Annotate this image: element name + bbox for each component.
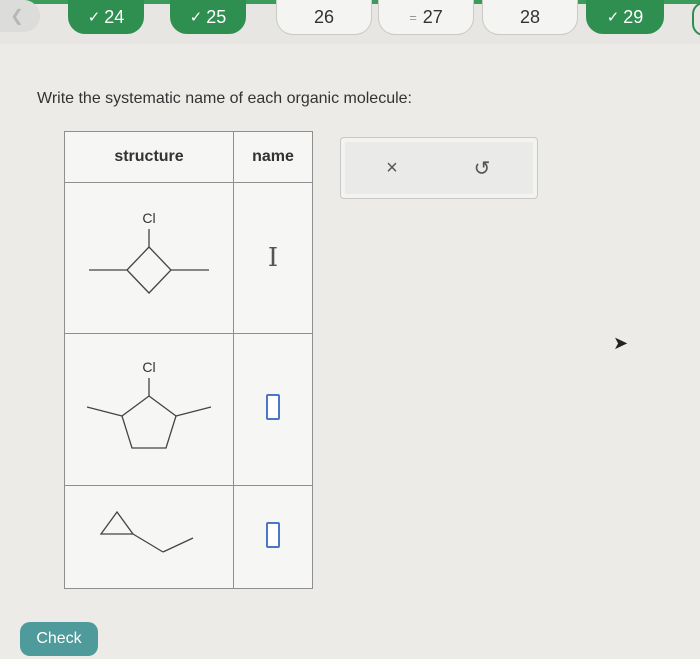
molecule-table: structure name Cl I Cl — [64, 131, 313, 589]
question-29-button[interactable]: ✓ 29 — [586, 0, 664, 34]
answer-input-box[interactable] — [266, 394, 280, 420]
chevron-left-icon: ❮ — [10, 8, 24, 25]
question-number: 25 — [206, 6, 227, 27]
close-icon: × — [386, 156, 398, 179]
in-progress-icon: = — [409, 9, 417, 25]
structure-drawing-3 — [99, 510, 194, 553]
question-24-button[interactable]: ✓ 24 — [68, 0, 144, 34]
name-answer-cell[interactable] — [233, 485, 313, 589]
question-28-button[interactable]: 28 — [482, 0, 578, 35]
nav-back-button[interactable]: ❮ — [0, 0, 40, 32]
chlorine-atom-label: Cl — [142, 359, 155, 375]
question-26-button[interactable]: 26 — [276, 0, 372, 35]
structure-drawing-1: Cl — [89, 210, 209, 294]
table-row: Cl — [64, 333, 313, 486]
checkmark-icon: ✓ — [189, 9, 203, 26]
undo-button[interactable]: ↺ — [465, 152, 499, 184]
structure-cell: Cl — [64, 182, 234, 334]
structure-cell — [64, 485, 234, 589]
answer-input-box[interactable] — [266, 521, 280, 548]
structure-cell: Cl — [64, 333, 234, 486]
next-question-edge[interactable] — [692, 2, 700, 36]
question-nav-bar: ❮ ✓ 24 ✓ 25 26 = 27 28 ✓ 29 — [0, 0, 700, 44]
table-row: Cl I — [64, 182, 313, 334]
name-column-header: name — [233, 131, 313, 183]
clear-button[interactable]: × — [375, 152, 409, 184]
question-number: 24 — [104, 6, 125, 27]
question-number: 29 — [623, 6, 644, 27]
answer-toolbox: × ↺ — [340, 137, 538, 199]
name-answer-cell[interactable] — [233, 333, 313, 486]
question-number: 27 — [422, 6, 443, 27]
question-number: 28 — [519, 6, 541, 27]
question-27-button[interactable]: = 27 — [378, 0, 474, 35]
table-row — [64, 485, 313, 589]
name-answer-cell[interactable]: I — [233, 182, 313, 334]
check-button[interactable]: Check — [20, 622, 98, 656]
structure-column-header: structure — [64, 131, 234, 183]
checkmark-icon: ✓ — [87, 9, 101, 26]
checkmark-icon: ✓ — [606, 9, 620, 26]
mouse-cursor-icon: ➤ — [613, 333, 629, 353]
question-25-button[interactable]: ✓ 25 — [170, 0, 246, 34]
structure-drawing-2: Cl — [86, 359, 212, 449]
text-cursor-icon: I — [267, 243, 279, 273]
chlorine-atom-label: Cl — [142, 210, 155, 226]
question-number: 26 — [313, 6, 335, 27]
question-prompt: Write the systematic name of each organi… — [37, 90, 412, 107]
undo-icon: ↺ — [473, 157, 491, 180]
